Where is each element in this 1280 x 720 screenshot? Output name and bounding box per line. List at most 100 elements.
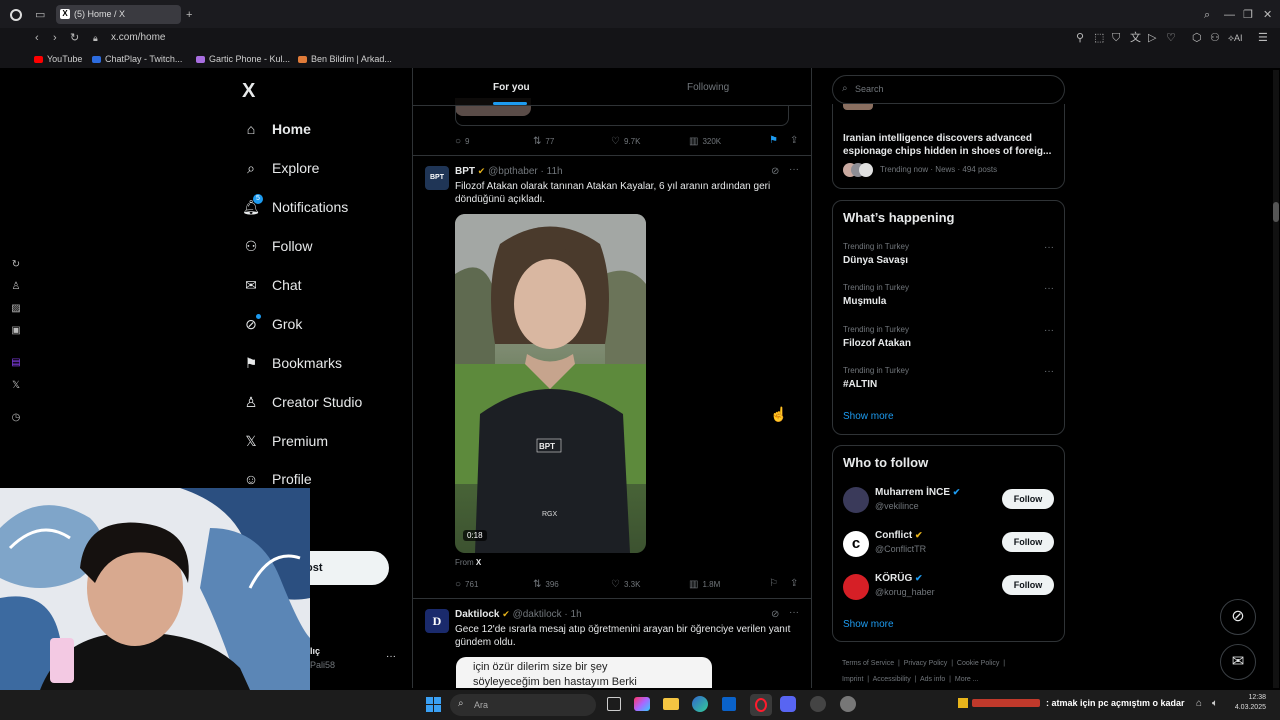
shield-icon[interactable]: ⛉ [1112, 32, 1120, 44]
footer-link[interactable]: Cookie Policy [957, 660, 999, 667]
trend-more-icon[interactable]: ··· [1044, 325, 1054, 336]
tweet-time[interactable]: · 1h [564, 609, 581, 620]
bookmark-gartic[interactable]: Gartic Phone - Kul... [196, 54, 290, 64]
like-action[interactable]: ♡ 3.3K [611, 579, 640, 590]
nav-bookmarks[interactable]: ⚑ Bookmarks [242, 351, 342, 375]
footer-link[interactable]: Imprint [842, 676, 863, 683]
grok-explain-icon[interactable]: ⊘ [771, 166, 779, 177]
author-name[interactable]: BPT [455, 166, 475, 177]
bookmark-action[interactable]: ⚑ [769, 135, 782, 146]
more-icon[interactable]: ··· [789, 607, 799, 618]
grok-explain-icon[interactable]: ⊘ [771, 609, 779, 620]
tab-for-you[interactable]: For you [493, 82, 530, 93]
author-handle[interactable]: @daktilock [513, 609, 562, 620]
restore-icon[interactable]: ❐ [1243, 9, 1253, 21]
clock-icon[interactable]: ◷ [10, 412, 22, 424]
avatar[interactable]: D [425, 609, 449, 633]
heart-icon[interactable]: ♡ [1166, 32, 1176, 44]
footer-link[interactable]: Terms of Service [842, 660, 894, 667]
play-icon[interactable]: ▷ [1148, 32, 1156, 44]
edge-icon[interactable] [692, 696, 708, 712]
pin-icon[interactable]: ⚲ [1076, 32, 1084, 44]
forward-icon[interactable]: › [53, 32, 57, 44]
follow-button[interactable]: Follow [1002, 489, 1054, 509]
tweet-video[interactable]: BPT RGX 0:18 [455, 214, 646, 553]
more-icon[interactable]: ··· [789, 164, 799, 175]
minimize-icon[interactable]: — [1224, 9, 1235, 21]
account-name[interactable]: Conflict ✔ [875, 530, 923, 541]
avatar[interactable]: BPT [425, 166, 449, 190]
reply-action[interactable]: ○ 761 [455, 579, 478, 590]
footer-link[interactable]: More ... [955, 676, 979, 683]
opera-logo-icon[interactable] [10, 9, 22, 21]
nav-explore[interactable]: ⌕ Explore [242, 156, 319, 180]
windows-start-icon[interactable] [426, 697, 441, 712]
close-window-icon[interactable]: ✕ [1263, 9, 1272, 21]
show-more-link[interactable]: Show more [843, 411, 894, 422]
nav-chat[interactable]: ✉ Chat [242, 273, 301, 297]
browser-tab[interactable]: X (5) Home / X [56, 5, 181, 24]
translate-icon[interactable]: 文 [1130, 32, 1141, 44]
avatar[interactable]: c [843, 531, 869, 557]
show-more-link[interactable]: Show more [843, 619, 894, 630]
x-sidebar-icon[interactable]: 𝕏 [10, 380, 22, 392]
account-more-icon[interactable]: ··· [386, 651, 396, 662]
messenger-icon[interactable]: ▣ [10, 325, 22, 337]
network-icon[interactable]: ⌂ [1196, 698, 1202, 709]
history-icon[interactable]: ↻ [10, 259, 22, 271]
store-icon[interactable] [722, 697, 736, 711]
trend-name[interactable]: Muşmula [843, 296, 886, 307]
opera-taskbar-button[interactable] [750, 694, 772, 716]
trend-more-icon[interactable]: ··· [1044, 283, 1054, 294]
author-handle[interactable]: @bpthaber [488, 166, 538, 177]
bookmark-benbildim[interactable]: Ben Bildim | Arkad... [298, 54, 392, 64]
repost-action[interactable]: ⇅ 77 [533, 136, 554, 147]
profile-icon[interactable]: ⚇ [1210, 32, 1220, 44]
tweet-time[interactable]: · 11h [541, 166, 563, 177]
trend-name[interactable]: Filozof Atakan [843, 338, 911, 349]
aria-icon[interactable]: ♙ [10, 281, 22, 293]
extensions-icon[interactable]: ⬡ [1192, 32, 1202, 44]
search-box[interactable]: ⌕ Search [832, 75, 1065, 104]
follow-button[interactable]: Follow [1002, 532, 1054, 552]
trend-more-icon[interactable]: ··· [1044, 366, 1054, 377]
task-view-icon[interactable] [607, 697, 621, 711]
scrollbar-thumb[interactable] [1273, 202, 1279, 222]
grok-float-icon[interactable]: ⊘ [1220, 599, 1256, 635]
reply-action[interactable]: ○ 9 [455, 136, 470, 147]
from-source-link[interactable]: X [476, 558, 481, 567]
reload-icon[interactable]: ↻ [70, 32, 79, 44]
discord-icon[interactable] [780, 696, 796, 712]
trend-name[interactable]: #ALTIN [843, 379, 877, 390]
nav-creator-studio[interactable]: ♙ Creator Studio [242, 390, 363, 414]
repost-action[interactable]: ⇅ 396 [533, 579, 559, 590]
taskbar-search[interactable]: ⌕ Ara [450, 694, 596, 716]
share-action[interactable]: ⇪ [790, 578, 802, 589]
like-action[interactable]: ♡ 9.7K [611, 136, 640, 147]
avatar[interactable] [843, 574, 869, 600]
tweet-image[interactable]: için özür dilerim size bir şey söyleyece… [456, 657, 712, 688]
views-action[interactable]: ▥ 320K [689, 136, 721, 147]
footer-link[interactable]: Ads info [920, 676, 945, 683]
file-explorer-icon[interactable] [663, 698, 679, 710]
bookmark-action[interactable]: ⚐ [769, 578, 782, 589]
steam-icon[interactable] [810, 696, 826, 712]
bookmark-chatplay[interactable]: ChatPlay - Twitch... [92, 54, 182, 64]
back-icon[interactable]: ‹ [35, 32, 39, 44]
volume-icon[interactable]: 🔈︎ [1212, 698, 1218, 709]
tab-following[interactable]: Following [687, 82, 729, 93]
snapshot-icon[interactable]: ⬚ [1094, 32, 1104, 44]
new-tab-icon[interactable]: + [186, 9, 192, 21]
trend-more-icon[interactable]: ··· [1044, 242, 1054, 253]
nav-follow[interactable]: ⚇ Follow [242, 234, 313, 258]
x-logo-icon[interactable]: X [242, 80, 255, 103]
scrollbar-track[interactable] [1273, 70, 1279, 688]
views-action[interactable]: ▥ 1.8M [689, 579, 720, 590]
nav-premium[interactable]: 𝕏 Premium [242, 429, 328, 453]
workspaces-icon[interactable]: ▭ [35, 9, 45, 21]
app-icon[interactable] [840, 696, 856, 712]
ai-button[interactable]: ⟡AI [1228, 32, 1242, 44]
nav-grok[interactable]: ⊘ Grok [242, 312, 302, 336]
author-name[interactable]: Daktilock [455, 609, 499, 620]
clock[interactable]: 12:38 4.03.2025 [1226, 693, 1266, 713]
